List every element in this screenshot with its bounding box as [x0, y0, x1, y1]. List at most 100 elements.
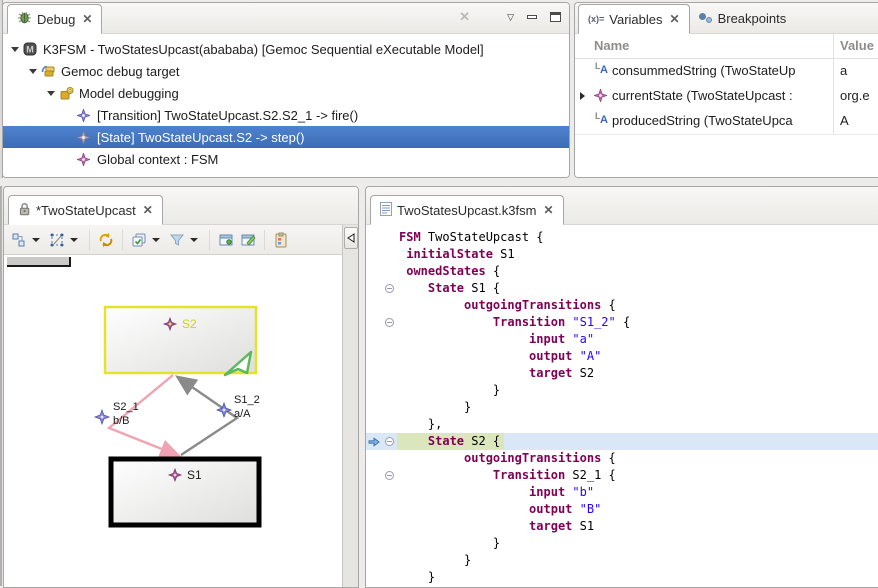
fold-collapse-icon[interactable]: [382, 318, 397, 327]
close-icon[interactable]: [82, 12, 92, 26]
toolbar-separator: [89, 230, 90, 250]
layers-icon[interactable]: [128, 229, 150, 251]
star-magenta-icon: [594, 89, 607, 105]
code-line[interactable]: }: [366, 382, 878, 399]
expander-icon[interactable]: [25, 69, 41, 74]
code-line[interactable]: output "A": [366, 348, 878, 365]
code-line[interactable]: Transition S2_1 {: [366, 467, 878, 484]
code-text: input "a": [397, 331, 594, 348]
code-text: target S1: [397, 518, 594, 535]
export-config-icon[interactable]: [237, 229, 259, 251]
transition-S2_1-label[interactable]: S2_1 b/B: [95, 401, 139, 427]
fold-collapse-icon[interactable]: [382, 471, 397, 480]
filters-icon[interactable]: [166, 229, 188, 251]
tree-item-label: [State] TwoStateUpcast.S2 -> step(): [97, 130, 305, 145]
diagram-tabstrip: *TwoStateUpcast: [4, 187, 358, 225]
code-line[interactable]: }: [366, 399, 878, 416]
transition-S1_2-edge[interactable]: [179, 378, 237, 455]
expander-icon[interactable]: [580, 92, 585, 100]
fsm-diagram: S2 S1 S2_1 b/B S1_2 a/A: [9, 258, 341, 587]
arrange-icon[interactable]: [8, 229, 30, 251]
export-image-icon[interactable]: [215, 229, 237, 251]
debug-tree-item[interactable]: [Transition] TwoStateUpcast.S2.S2_1 -> f…: [3, 104, 569, 126]
tab-breakpoints[interactable]: Breakpoints: [690, 3, 796, 33]
star-magenta-icon: [77, 153, 94, 166]
code-line[interactable]: State S1 {: [366, 280, 878, 297]
svg-text:b/B: b/B: [113, 415, 130, 427]
code-line[interactable]: FSM TwoStateUpcast {: [366, 229, 878, 246]
toolbar-separator: [122, 230, 123, 250]
transition-S1_2-label[interactable]: S1_2 a/A: [217, 394, 260, 420]
horizontal-sash[interactable]: [0, 178, 878, 186]
code-tabstrip: TwoStatesUpcast.k3fsm: [366, 187, 878, 225]
code-area[interactable]: FSM TwoStateUpcast { initialState S1 own…: [366, 225, 878, 587]
debug-tree-item[interactable]: MK3FSM - TwoStatesUpcast(abababa) [Gemoc…: [3, 38, 569, 60]
variable-name: consummedString (TwoStateUp: [612, 63, 830, 78]
code-text: outgoingTransitions {: [397, 297, 616, 314]
variable-row[interactable]: LAproducedString (TwoStateUpcaA: [575, 109, 878, 135]
code-line[interactable]: Transition "S1_2" {: [366, 314, 878, 331]
diagram-canvas[interactable]: S2 S1 S2_1 b/B S1_2 a/A: [5, 255, 341, 587]
close-icon[interactable]: [670, 12, 680, 26]
code-line[interactable]: State S2 {: [366, 433, 878, 450]
debug-tabstrip: Debug ✕ ▽: [3, 3, 569, 34]
code-line[interactable]: target S1: [366, 518, 878, 535]
code-line[interactable]: target S2: [366, 365, 878, 382]
diagram-toolbar: [4, 225, 358, 255]
variables-icon: (x)=: [588, 14, 604, 24]
layers-menu-icon[interactable]: [152, 238, 160, 242]
code-line[interactable]: }: [366, 552, 878, 569]
code-line[interactable]: }: [366, 535, 878, 552]
variables-table: Name Value LA consummedString (TwoStateUp…: [575, 34, 878, 177]
fold-collapse-icon[interactable]: [382, 284, 397, 293]
refresh-icon[interactable]: [95, 229, 117, 251]
fold-collapse-icon[interactable]: [382, 437, 397, 446]
close-icon[interactable]: [143, 203, 153, 217]
code-line[interactable]: output "B": [366, 501, 878, 518]
code-text: initialState S1: [397, 246, 515, 263]
tab-variables-label: Variables: [609, 12, 662, 27]
expander-icon[interactable]: [7, 47, 23, 52]
tab-debug[interactable]: Debug: [7, 4, 102, 34]
tab-code[interactable]: TwoStatesUpcast.k3fsm: [370, 195, 564, 225]
filters-menu-icon[interactable]: [190, 238, 198, 242]
string-icon: LA: [594, 64, 608, 81]
code-line[interactable]: initialState S1: [366, 246, 878, 263]
arrange-menu-icon[interactable]: [32, 238, 40, 242]
debug-tree-item[interactable]: Global context : FSM: [3, 148, 569, 170]
palette-expand-button[interactable]: [344, 227, 358, 249]
variable-row[interactable]: LA consummedString (TwoStateUp a: [575, 59, 878, 84]
code-line[interactable]: outgoingTransitions {: [366, 297, 878, 314]
variable-value: a: [840, 63, 847, 78]
variables-header: Name Value: [575, 34, 878, 59]
state-S1-box[interactable]: [111, 459, 259, 525]
code-line[interactable]: input "b": [366, 484, 878, 501]
tab-diagram[interactable]: *TwoStateUpcast: [8, 195, 163, 225]
column-header-name[interactable]: Name: [594, 38, 629, 53]
tab-breakpoints-label: Breakpoints: [718, 11, 787, 26]
code-line[interactable]: input "a": [366, 331, 878, 348]
remove-terminated-icon: ✕: [459, 9, 470, 25]
variable-row[interactable]: currentState (TwoStateUpcast :org.e: [575, 84, 878, 109]
column-header-value[interactable]: Value: [840, 38, 874, 53]
state-S2-box[interactable]: [105, 307, 256, 373]
debug-tree-item[interactable]: Model debugging: [3, 82, 569, 104]
code-line[interactable]: ownedStates {: [366, 263, 878, 280]
maximize-icon[interactable]: [550, 12, 561, 22]
close-icon[interactable]: [543, 203, 553, 217]
star-violet-icon: [77, 109, 94, 122]
expander-icon[interactable]: [43, 91, 59, 96]
debug-tree-item[interactable]: [State] TwoStateUpcast.S2 -> step(): [3, 126, 569, 148]
palette-clipboard-icon[interactable]: [270, 229, 292, 251]
minimize-icon[interactable]: [527, 15, 537, 19]
diagram-editor: *TwoStateUpcast: [3, 186, 359, 588]
tree-item-label: Gemoc debug target: [61, 64, 180, 79]
debug-tree-item[interactable]: Gemoc debug target: [3, 60, 569, 82]
view-menu-icon[interactable]: ▽: [507, 12, 514, 23]
code-line[interactable]: }: [366, 569, 878, 586]
tab-variables[interactable]: (x)= Variables: [578, 4, 690, 34]
select-icon[interactable]: [46, 229, 68, 251]
code-line[interactable]: outgoingTransitions {: [366, 450, 878, 467]
select-menu-icon[interactable]: [70, 238, 78, 242]
code-line[interactable]: },: [366, 416, 878, 433]
